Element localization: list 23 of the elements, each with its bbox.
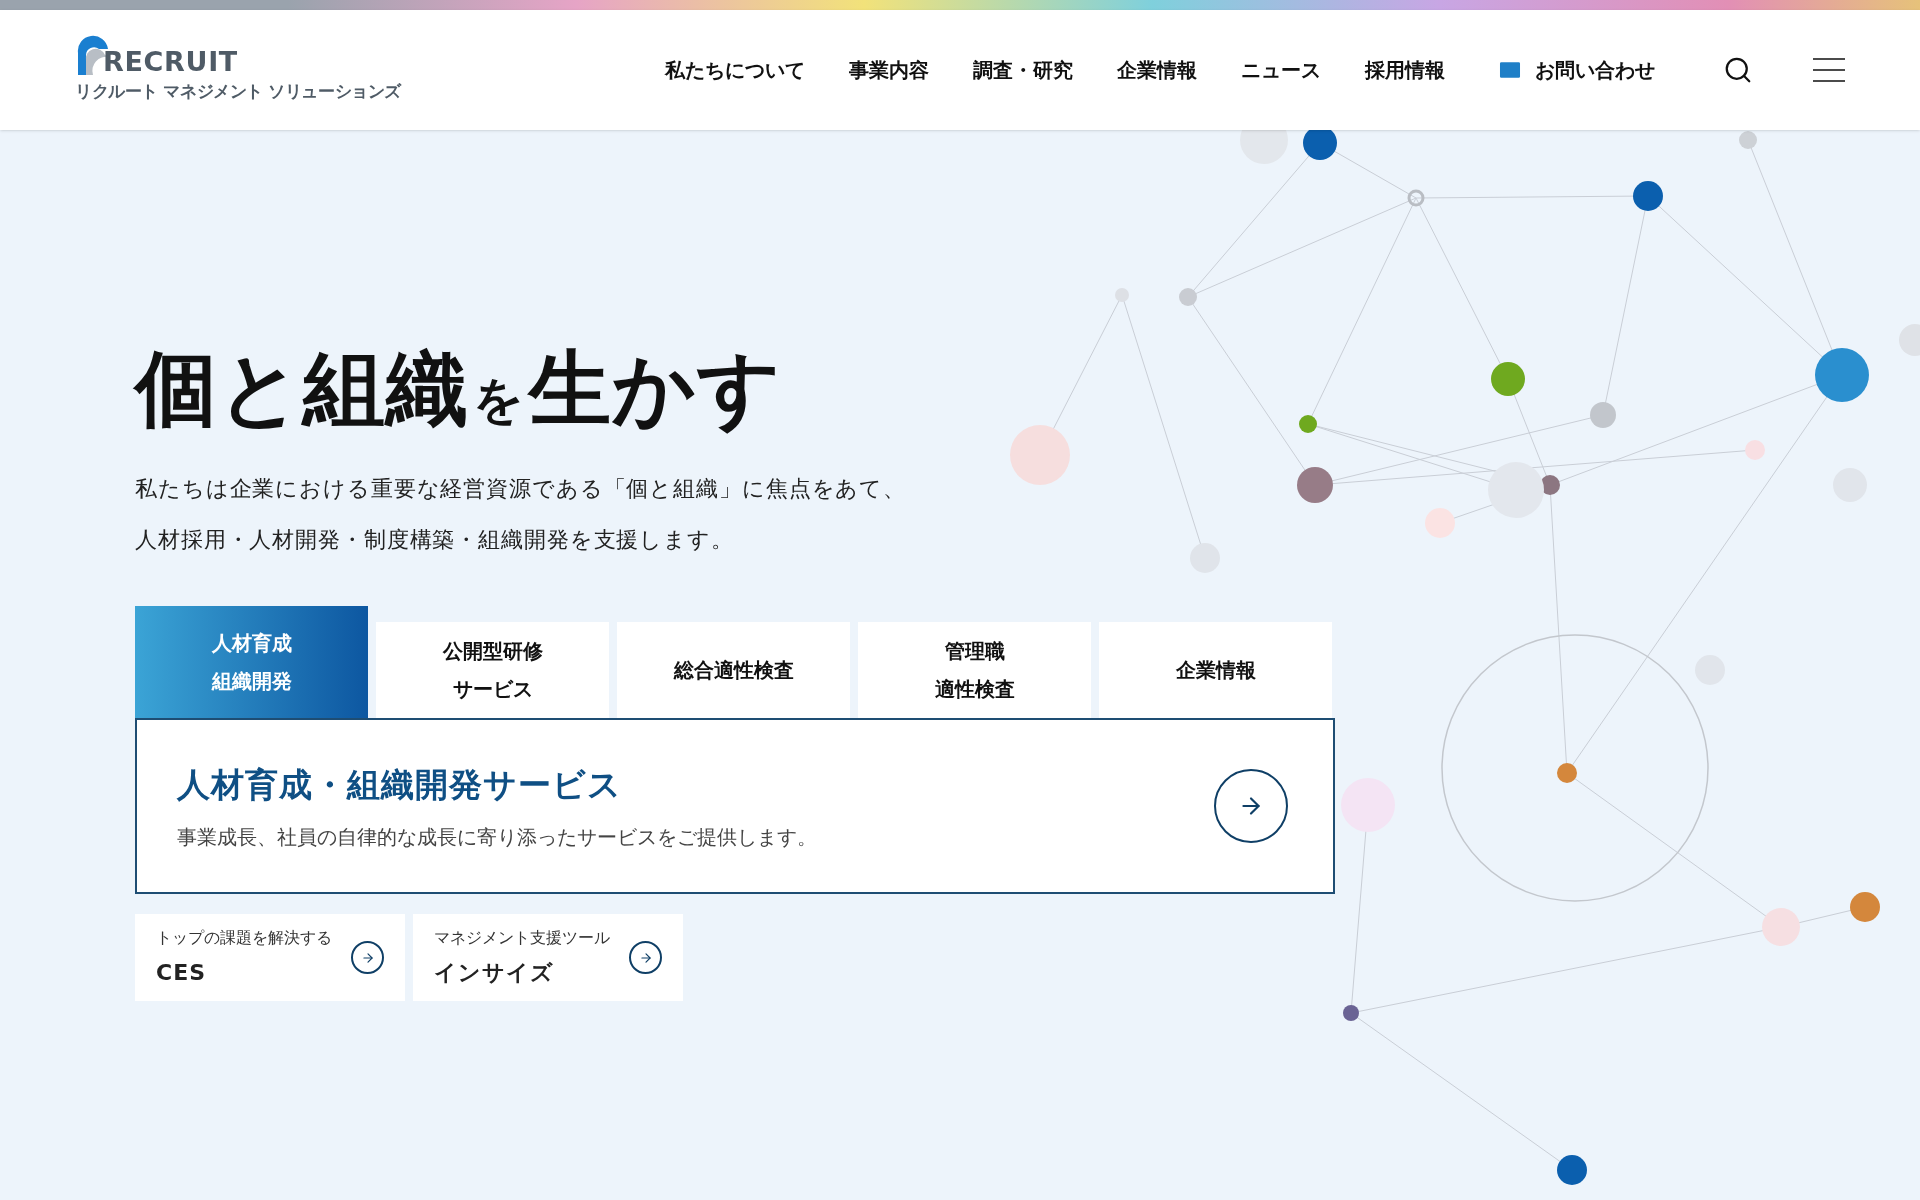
nav-link[interactable]: 調査・研究: [973, 55, 1073, 85]
category-tab[interactable]: 企業情報: [1099, 622, 1332, 718]
search-icon[interactable]: [1723, 55, 1753, 85]
contact-link[interactable]: お問い合わせ: [1497, 55, 1655, 85]
nav-link[interactable]: 事業内容: [849, 55, 929, 85]
nav-link[interactable]: 採用情報: [1365, 55, 1445, 85]
nav-link[interactable]: ニュース: [1241, 55, 1321, 85]
service-card[interactable]: トップの課題を解決する CES: [135, 914, 405, 1001]
logo-subtitle: リクルート マネジメント ソリューションズ: [75, 80, 401, 104]
category-tab[interactable]: 総合適性検査: [617, 622, 850, 718]
service-card[interactable]: マネジメント支援ツール インサイズ: [413, 914, 683, 1001]
category-tab[interactable]: 管理職 適性検査: [858, 622, 1091, 718]
nav-link[interactable]: 私たちについて: [665, 55, 805, 85]
menu-icon[interactable]: [1813, 58, 1845, 82]
logo-wordmark: RECRUIT: [103, 48, 238, 76]
arrow-button[interactable]: [1214, 769, 1288, 843]
lead-text: 人材採用・人材開発・制度構築・組織開発を支援します。: [135, 526, 735, 554]
nav-link[interactable]: 企業情報: [1117, 55, 1197, 85]
panel-title: 人材育成・組織開発サービス: [177, 764, 623, 807]
panel-description: 事業成長、社員の自律的な成長に寄り添ったサービスをご提供します。: [177, 823, 817, 851]
category-tab[interactable]: 公開型研修 サービス: [376, 622, 609, 718]
category-tab[interactable]: 人材育成 組織開発: [135, 606, 368, 718]
lead-text: 私たちは企業における重要な経営資源である「個と組織」に焦点をあて、: [135, 475, 908, 503]
